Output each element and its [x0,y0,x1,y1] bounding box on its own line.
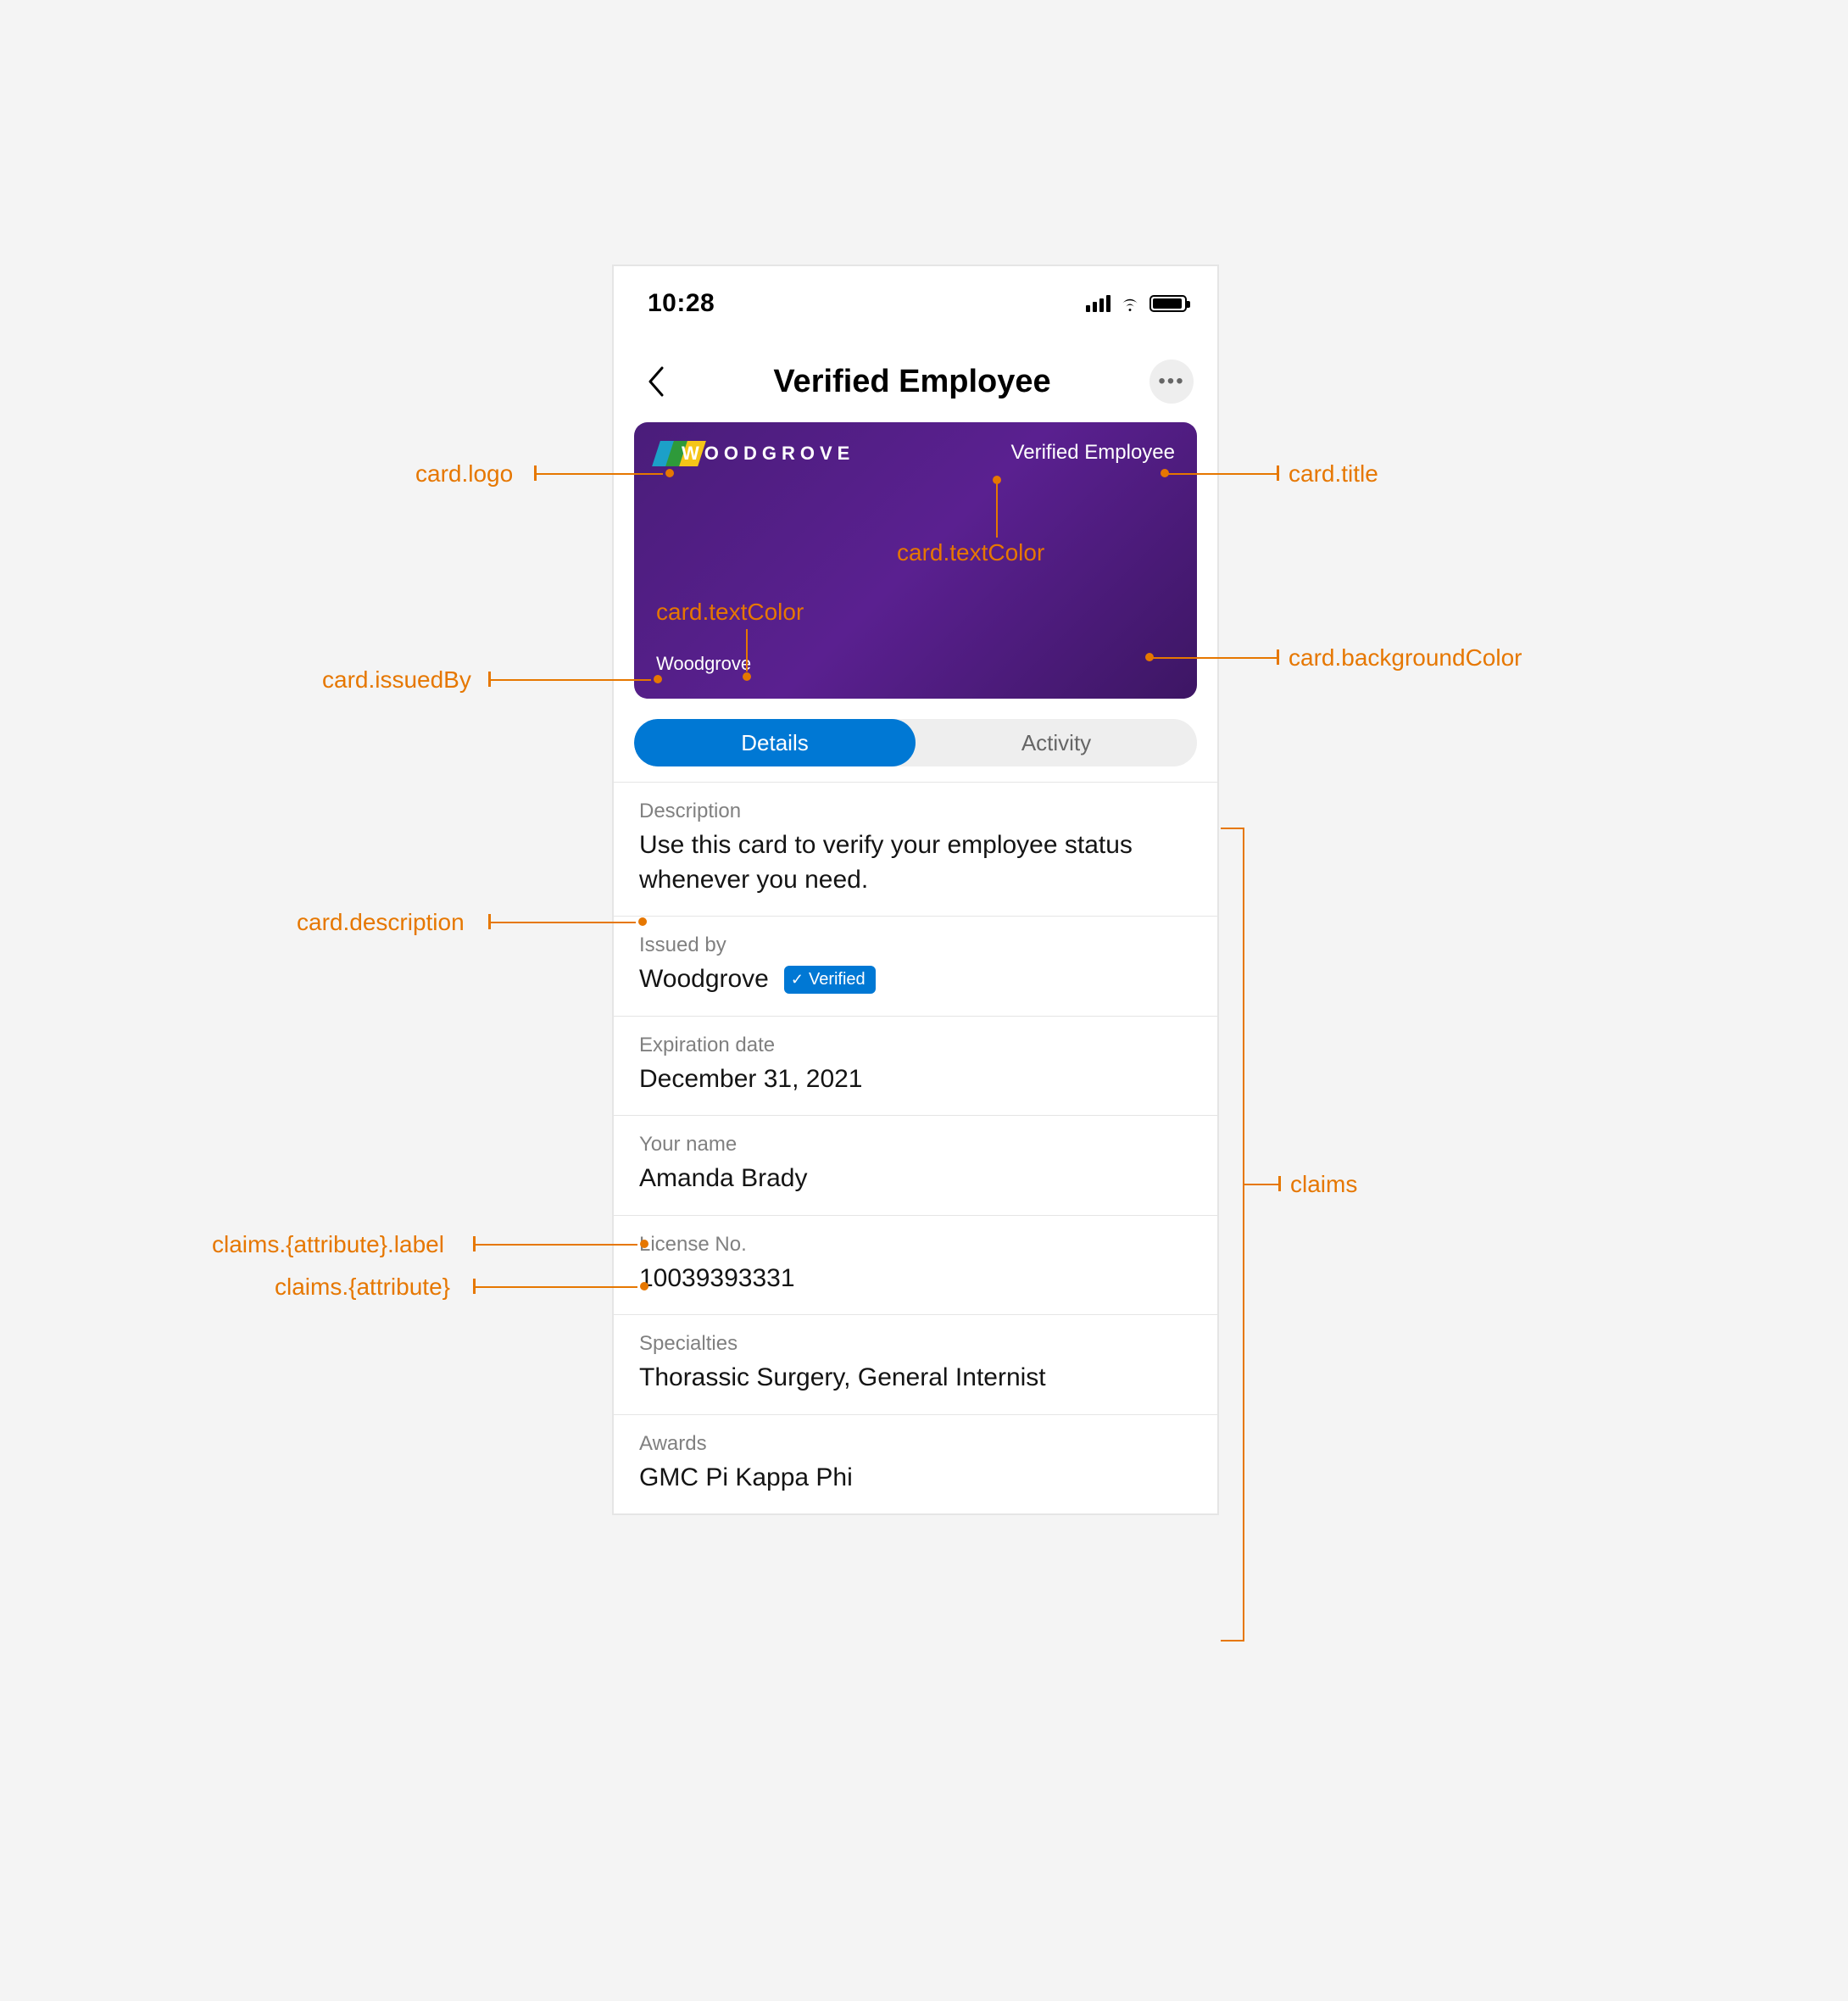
tab-details[interactable]: Details [634,719,916,766]
annotation-card-description: card.description [297,909,465,936]
chevron-left-icon [647,366,665,397]
detail-awards: Awards GMC Pi Kappa Phi [614,1415,1217,1514]
specialties-value: Thorassic Surgery, General Internist [639,1361,1192,1396]
status-bar: 10:28 [614,266,1217,341]
verified-badge: ✓ Verified [784,966,876,994]
detail-expiration: Expiration date December 31, 2021 [614,1017,1217,1117]
awards-label: Awards [639,1432,1192,1456]
status-icons [1086,295,1187,312]
tab-activity[interactable]: Activity [916,719,1197,766]
license-label: License No. [639,1233,1192,1257]
expiration-value: December 31, 2021 [639,1062,1192,1097]
verified-badge-text: Verified [809,970,866,989]
more-button[interactable]: ••• [1149,360,1194,404]
card-logo: WOODGROVE [656,441,854,466]
annotation-card-issuedby: card.issuedBy [322,666,471,694]
card-title: Verified Employee [1011,441,1175,465]
description-value: Use this card to verify your employee st… [639,828,1192,897]
your-name-value: Amanda Brady [639,1162,1192,1196]
annotation-card-logo: card.logo [415,460,513,488]
annotation-card-backgroundcolor: card.backgroundColor [1289,644,1522,672]
card-logo-text: WOODGROVE [682,443,854,465]
cellular-signal-icon [1086,295,1110,312]
detail-license: License No. 10039393331 [614,1216,1217,1316]
detail-description: Description Use this card to verify your… [614,783,1217,917]
issued-by-label: Issued by [639,934,1192,957]
tabs: Details Activity [634,719,1197,766]
detail-specialties: Specialties Thorassic Surgery, General I… [614,1315,1217,1415]
specialties-label: Specialties [639,1332,1192,1356]
back-button[interactable] [637,363,675,400]
license-value: 10039393331 [639,1262,1192,1296]
wifi-icon [1119,295,1141,312]
check-icon: ✓ [791,971,804,989]
description-label: Description [639,800,1192,823]
detail-issued-by: Issued by Woodgrove ✓ Verified [614,917,1217,1017]
your-name-label: Your name [639,1133,1192,1157]
annotation-card-title: card.title [1289,460,1378,488]
annotation-claims-attribute-label: claims.{attribute}.label [212,1231,444,1258]
details-list: Description Use this card to verify your… [614,782,1217,1513]
annotation-claims-attribute: claims.{attribute} [275,1274,450,1301]
annotation-claims: claims [1290,1171,1357,1198]
credential-card: WOODGROVE Verified Employee Woodgrove [634,422,1197,699]
nav-bar: Verified Employee ••• [614,341,1217,422]
status-time: 10:28 [648,289,715,318]
awards-value: GMC Pi Kappa Phi [639,1461,1192,1496]
detail-your-name: Your name Amanda Brady [614,1116,1217,1216]
phone-frame: 10:28 Verified Employee ••• W [612,265,1219,1515]
issued-by-value: Woodgrove [639,962,769,997]
battery-icon [1149,295,1187,312]
expiration-label: Expiration date [639,1034,1192,1057]
card-issued-by: Woodgrove [656,653,751,675]
page-title: Verified Employee [773,364,1050,400]
